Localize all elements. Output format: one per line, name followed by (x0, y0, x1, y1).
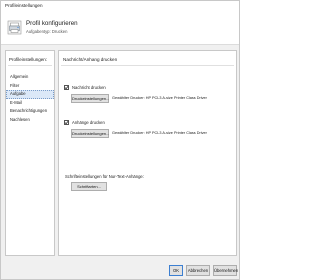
category-item-allgemein[interactable]: Allgemein (6, 73, 54, 82)
dialog-header: Profil konfigurieren Aufgabentyp: Drucke… (1, 13, 239, 45)
divider (61, 65, 234, 66)
category-panel-heading: Profileinstellungen: (9, 57, 48, 62)
print-message-label: Nachricht drucken (72, 85, 106, 90)
print-message-checkbox[interactable] (64, 85, 69, 90)
cancel-button[interactable]: Abbrechen (186, 265, 210, 276)
print-attachments-checkbox[interactable] (64, 120, 69, 125)
category-item-filter[interactable]: Filter (6, 82, 54, 91)
printer-profile-icon (7, 20, 22, 35)
task-settings-panel: Nachricht/Anhang drucken Nachricht druck… (58, 50, 237, 256)
header-title: Profil konfigurieren (26, 20, 78, 27)
print-attachments-label: Anhänge drucken (72, 120, 105, 125)
fonts-button[interactable]: Schriftarten... (71, 182, 107, 191)
category-list: Allgemein Filter Aufgabe E-Mail Benachri… (6, 73, 54, 125)
category-item-email[interactable]: E-Mail (6, 99, 54, 108)
panel-heading: Nachricht/Anhang drucken (63, 57, 118, 62)
divider (8, 65, 52, 66)
message-printer-info: Gewählter Drucker: HP PCL3 A-size Printe… (112, 96, 207, 100)
message-print-settings-button[interactable]: Druckeinstellungen... (71, 94, 109, 103)
header-subtitle: Aufgabentyp: Drucken (26, 29, 68, 34)
attachments-printer-info: Gewählter Drucker: HP PCL3 A-size Printe… (112, 131, 207, 135)
category-item-benachrichtigungen[interactable]: Benachrichtigungen (6, 107, 54, 116)
checkmark-icon (64, 121, 69, 125)
category-item-nachlesen[interactable]: Nachlesen (6, 116, 54, 125)
title-bar[interactable]: Profileinstellungen (1, 1, 239, 13)
ok-button[interactable]: OK (169, 265, 183, 276)
checkmark-icon (64, 86, 69, 90)
attachments-print-settings-button[interactable]: Druckeinstellungen... (71, 129, 109, 138)
apply-button[interactable]: Übernehmen (213, 265, 238, 276)
font-settings-label: Schrifteinstellungen für Nur-Text-Anhäng… (65, 174, 144, 179)
category-item-aufgabe[interactable]: Aufgabe (6, 90, 54, 99)
window-title: Profileinstellungen (5, 3, 43, 8)
settings-category-panel: Profileinstellungen: Allgemein Filter Au… (5, 50, 55, 256)
profile-settings-window: Profileinstellungen Profil konfigurieren… (0, 0, 240, 280)
